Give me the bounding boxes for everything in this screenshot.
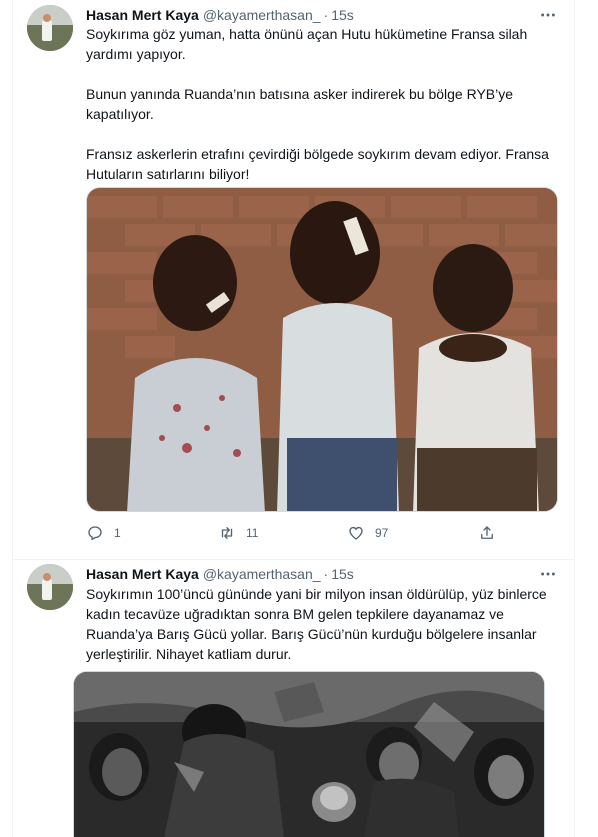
retweet-button[interactable]: 11 [218, 522, 258, 544]
author-name[interactable]: Hasan Mert Kaya [86, 7, 199, 23]
avatar-head [43, 14, 51, 22]
tweet-photo[interactable] [86, 187, 558, 512]
author-name[interactable]: Hasan Mert Kaya [86, 566, 199, 582]
retweet-icon [221, 527, 233, 539]
more-dots-icon [541, 572, 555, 576]
more-options-button[interactable] [538, 564, 558, 584]
tweet-paragraph: Bunun yanında Ruanda’nın batısına asker … [86, 86, 514, 122]
more-dots-icon [541, 13, 555, 17]
reply-bubble-icon [88, 526, 102, 541]
tweet-photo[interactable] [73, 671, 545, 837]
tweet-paragraph: Soykırımın 100’üncü gününde yani bir mil… [86, 586, 547, 662]
avatar-head [43, 573, 51, 581]
tweet-actions: 1 11 97 [86, 522, 506, 544]
share-upload-icon [481, 526, 493, 539]
avatar-figure [42, 578, 52, 600]
separator-dot: · [323, 566, 329, 582]
timeline-right-border [574, 0, 575, 837]
tweet-text: Soykırımın 100’üncü gününde yani bir mil… [86, 584, 566, 664]
separator-dot: · [323, 7, 329, 23]
tweet-header: Hasan Mert Kaya @kayamerthasan_ · 15s [86, 5, 354, 25]
photo-children-against-brick-wall [87, 188, 557, 511]
like-count: 97 [375, 526, 389, 540]
author-handle[interactable]: @kayamerthasan_ [203, 7, 321, 23]
tweet-paragraph: Fransız askerlerin etrafını çevirdiği bö… [86, 146, 549, 182]
tweet-paragraph: Soykırıma göz yuman, hatta önünü açan Hu… [86, 26, 528, 62]
tweet[interactable]: Hasan Mert Kaya @kayamerthasan_ · 15s So… [13, 0, 574, 560]
author-handle[interactable]: @kayamerthasan_ [203, 566, 321, 582]
retweet-count: 11 [246, 526, 259, 540]
more-options-button[interactable] [538, 5, 558, 25]
share-button[interactable] [478, 522, 496, 544]
heart-icon [349, 526, 363, 540]
like-button[interactable]: 97 [347, 522, 388, 544]
avatar[interactable] [27, 5, 73, 51]
avatar[interactable] [27, 564, 73, 610]
photo-black-and-white-crowd [74, 672, 544, 837]
timestamp[interactable]: 15s [331, 566, 354, 582]
tweet-header: Hasan Mert Kaya @kayamerthasan_ · 15s [86, 564, 354, 584]
reply-count: 1 [114, 526, 121, 540]
avatar-figure [42, 19, 52, 41]
reply-button[interactable]: 1 [86, 522, 121, 544]
timestamp[interactable]: 15s [331, 7, 354, 23]
tweet-text: Soykırıma göz yuman, hatta önünü açan Hu… [86, 24, 566, 184]
